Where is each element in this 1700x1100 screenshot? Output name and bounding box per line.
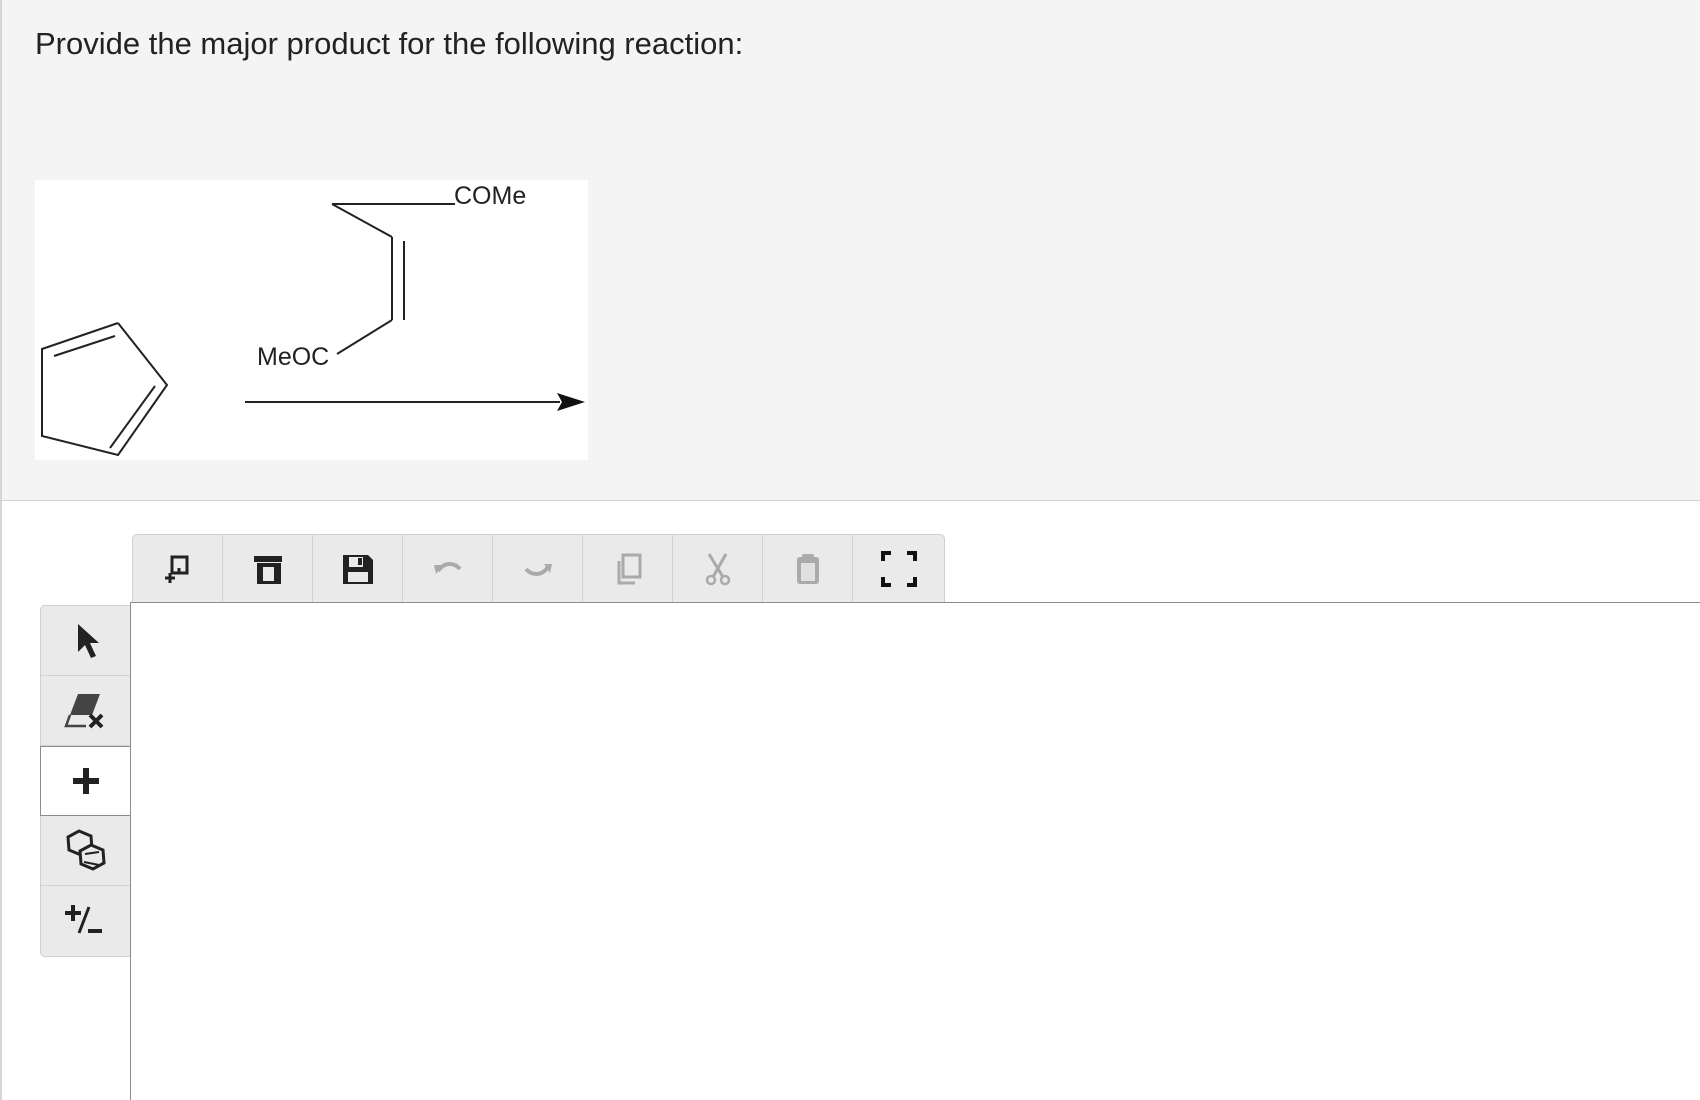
fullscreen-icon	[880, 551, 917, 587]
select-arrow-icon	[77, 623, 99, 658]
save-button[interactable]	[313, 535, 403, 603]
select-tool-button[interactable]	[41, 606, 130, 676]
editor-top-toolbar	[132, 534, 945, 603]
charge-icon	[64, 905, 102, 934]
drawing-canvas[interactable]	[130, 602, 1700, 1100]
reagent-top-label: COMe	[454, 182, 526, 210]
cut-icon	[705, 553, 730, 586]
ring-templates-tool-button[interactable]	[41, 816, 130, 886]
fullscreen-button[interactable]	[853, 535, 944, 603]
charge-tool-button[interactable]	[41, 886, 130, 956]
open-button[interactable]	[223, 535, 313, 603]
redo-icon	[523, 564, 552, 576]
add-atom-tool-button[interactable]	[40, 746, 130, 816]
question-text: Provide the major product for the follow…	[35, 26, 744, 61]
copy-icon	[617, 553, 641, 585]
reaction-arrow	[245, 393, 585, 411]
clear-canvas-icon	[164, 555, 188, 583]
eraser-tool-button[interactable]	[41, 676, 130, 746]
clear-canvas-button[interactable]	[133, 535, 223, 603]
open-icon	[253, 556, 282, 584]
save-icon	[342, 555, 373, 584]
redo-button[interactable]	[493, 535, 583, 603]
undo-button[interactable]	[403, 535, 493, 603]
dienophile-structure	[331, 203, 455, 355]
ring-templates-icon	[65, 828, 106, 871]
cut-button[interactable]	[673, 535, 763, 603]
undo-icon	[433, 562, 462, 574]
add-atom-icon	[72, 768, 99, 794]
page: Provide the major product for the follow…	[0, 0, 1700, 1100]
editor-left-toolbar	[40, 605, 130, 957]
copy-button[interactable]	[583, 535, 673, 603]
question-panel: Provide the major product for the follow…	[2, 0, 1700, 501]
paste-icon	[796, 554, 819, 584]
reagent-left-label: MeOC	[257, 343, 329, 371]
reaction-scheme: COMe MeOC	[35, 180, 588, 460]
eraser-icon	[63, 693, 103, 728]
cyclopentadiene-structure	[41, 322, 169, 457]
paste-button[interactable]	[763, 535, 853, 603]
